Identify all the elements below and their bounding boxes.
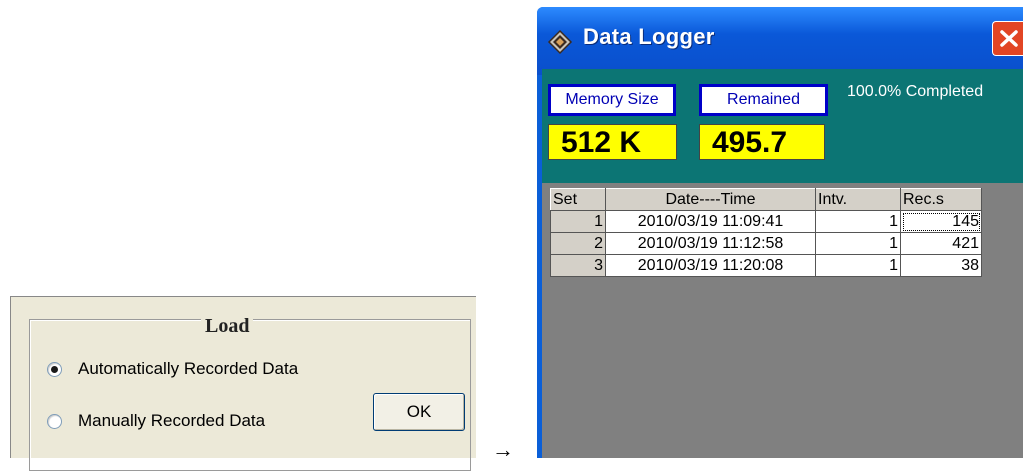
- column-header-datetime[interactable]: Date----Time: [605, 188, 816, 211]
- title-bar[interactable]: Data Logger: [537, 7, 1023, 75]
- info-panel: Memory Size 512 K Remained 495.7 100.0% …: [542, 69, 1023, 183]
- radio-auto-label: Automatically Recorded Data: [78, 359, 299, 378]
- memory-size-value: 512 K: [548, 124, 677, 160]
- set-cell[interactable]: 2: [550, 232, 606, 255]
- datetime-cell[interactable]: 2010/03/19 11:12:58: [605, 232, 816, 255]
- column-header-set[interactable]: Set: [550, 188, 606, 211]
- table-header-row: Set Date----Time Intv. Rec.s: [550, 188, 982, 211]
- records-cell[interactable]: 38: [900, 254, 982, 277]
- table-row[interactable]: 2 2010/03/19 11:12:58 1 421: [550, 232, 982, 255]
- radio-manual-label: Manually Recorded Data: [78, 411, 266, 430]
- records-cell[interactable]: 145: [900, 210, 982, 233]
- interval-cell[interactable]: 1: [815, 254, 901, 277]
- remained-value: 495.7: [699, 124, 825, 160]
- load-dialog: Load Automatically Recorded Data Manuall…: [10, 296, 476, 471]
- memory-size-label: Memory Size: [548, 84, 676, 116]
- interval-cell[interactable]: 1: [815, 232, 901, 255]
- radio-manually-recorded[interactable]: Manually Recorded Data: [47, 411, 265, 431]
- radio-button[interactable]: [47, 413, 62, 429]
- ok-button[interactable]: OK: [373, 393, 465, 431]
- window-title: Data Logger: [583, 24, 715, 49]
- remained-label: Remained: [699, 84, 828, 116]
- column-header-interval[interactable]: Intv.: [815, 188, 901, 211]
- set-cell[interactable]: 1: [550, 210, 606, 233]
- load-group-title: Load: [201, 315, 254, 338]
- table-row[interactable]: 3 2010/03/19 11:20:08 1 38: [550, 254, 982, 277]
- arrow-indicator: →: [492, 437, 514, 462]
- radio-button-selected[interactable]: [47, 361, 62, 377]
- records-table: Set Date----Time Intv. Rec.s 1 2010/03/1…: [550, 188, 982, 277]
- completion-status: 100.0% Completed: [847, 83, 984, 100]
- table-row[interactable]: 1 2010/03/19 11:09:41 1 145: [550, 210, 982, 233]
- records-grid-area: Set Date----Time Intv. Rec.s 1 2010/03/1…: [542, 183, 1023, 458]
- datetime-cell[interactable]: 2010/03/19 11:09:41: [605, 210, 816, 233]
- records-cell[interactable]: 421: [900, 232, 982, 255]
- set-cell[interactable]: 3: [550, 254, 606, 277]
- close-button[interactable]: [992, 21, 1023, 56]
- radio-auto-recorded[interactable]: Automatically Recorded Data: [47, 359, 298, 379]
- datetime-cell[interactable]: 2010/03/19 11:20:08: [605, 254, 816, 277]
- interval-cell[interactable]: 1: [815, 210, 901, 233]
- data-logger-window: Data Logger Memory Size 512 K Remained 4…: [537, 7, 1023, 458]
- app-icon: [547, 29, 573, 55]
- column-header-records[interactable]: Rec.s: [900, 188, 982, 211]
- close-icon: [1000, 30, 1018, 47]
